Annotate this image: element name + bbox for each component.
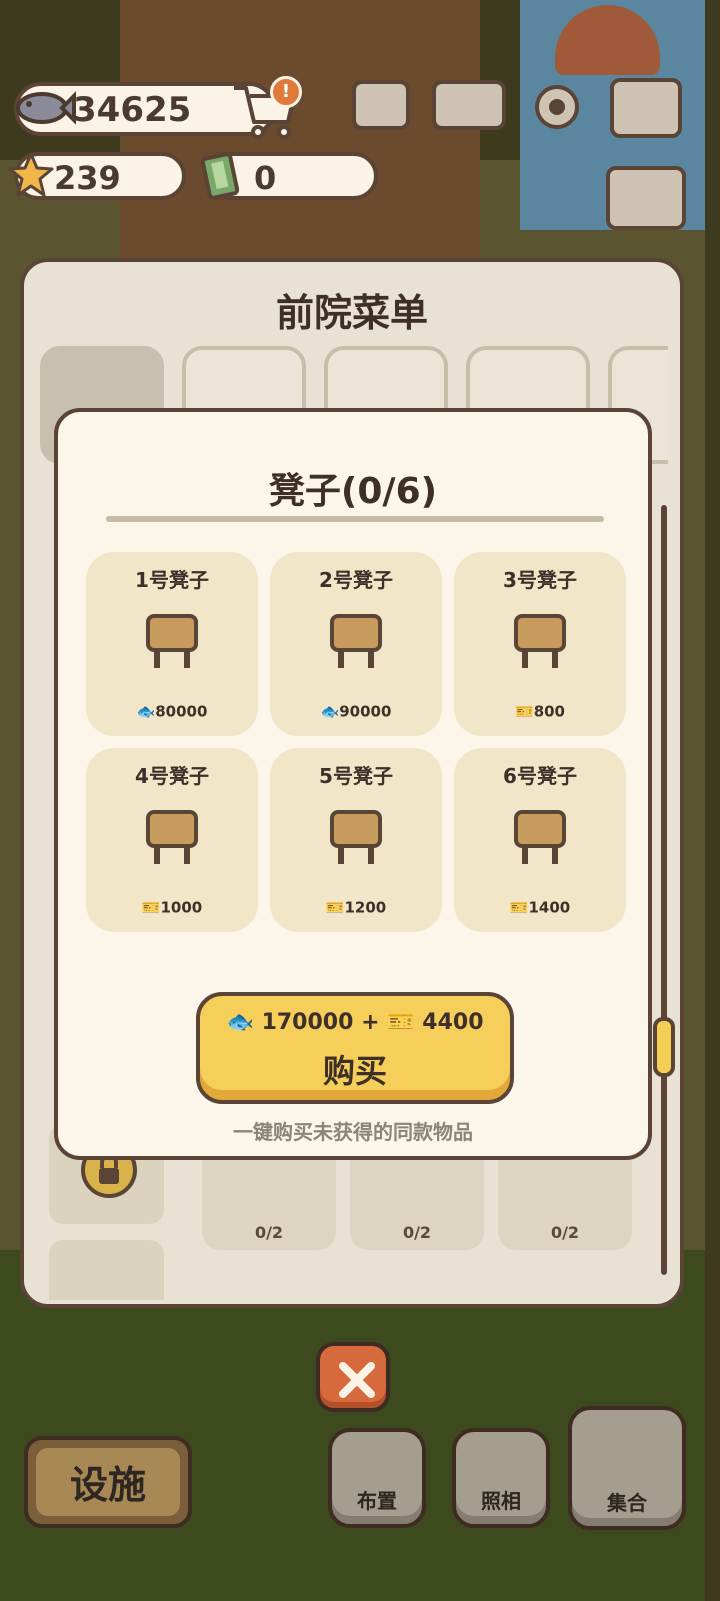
title-divider: [106, 516, 604, 522]
price-value: 800: [533, 702, 565, 720]
photo-button[interactable]: 照相: [452, 1428, 550, 1528]
item-name: 1号凳子: [135, 568, 209, 592]
item-price: 🎫800: [454, 702, 626, 720]
item-price: 🎫1200: [270, 898, 442, 916]
fish-count: 34625: [73, 90, 192, 130]
panel-scrollbar[interactable]: [661, 505, 667, 1275]
item-name: 3号凳子: [503, 568, 577, 592]
item-price: 🐟90000: [270, 702, 442, 720]
stool-item-6[interactable]: 6号凳子 🎫1400: [454, 748, 626, 932]
item-count: 0/2: [254, 1223, 284, 1242]
close-icon: [339, 1362, 375, 1398]
stool-item-5[interactable]: 5号凳子 🎫1200: [270, 748, 442, 932]
star-icon: [8, 152, 54, 197]
fish-icon: [16, 91, 76, 125]
settings-button[interactable]: [528, 78, 586, 136]
photo-label: 照相: [481, 1489, 521, 1513]
facilities-label: 设施: [69, 1463, 146, 1507]
fish-icon: 🐟: [226, 1010, 254, 1035]
fish-icon: 🐟: [136, 702, 156, 720]
stool-item-3[interactable]: 3号凳子 🎫800: [454, 552, 626, 736]
stool-item-4[interactable]: 4号凳子 🎫1000: [86, 748, 258, 932]
item-count: 0/2: [402, 1223, 432, 1242]
item-price: 🎫1400: [454, 898, 626, 916]
stool-icon: [146, 810, 198, 864]
item-count: 0/2: [550, 1223, 580, 1242]
item-price: 🐟80000: [86, 702, 258, 720]
price-value: 1000: [160, 898, 203, 916]
sort-toggle-button[interactable]: [606, 166, 686, 230]
buy-all-button[interactable]: 🐟 170000 + 🎫 4400 购买: [196, 992, 514, 1104]
modal-title: 凳子(0/6): [268, 471, 438, 512]
stool-icon: [146, 614, 198, 668]
ticket-icon: 🎫: [515, 702, 534, 720]
facilities-button[interactable]: 设施: [24, 1436, 192, 1528]
ticket-count: 0: [254, 159, 277, 197]
ticket-icon: 🎫: [509, 898, 529, 916]
stool-icon: [330, 810, 382, 864]
panel-title: 前院菜单: [275, 291, 428, 335]
layout-label: 布置: [357, 1489, 397, 1513]
stool-item-2[interactable]: 2号凳子 🐟90000: [270, 552, 442, 736]
gear-icon: [535, 85, 579, 129]
map-button[interactable]: [610, 78, 682, 138]
buy-hint: 一键购买未获得的同款物品: [233, 1120, 473, 1144]
price-value: 80000: [155, 702, 208, 720]
item-name: 5号凳子: [319, 764, 393, 788]
plus-sign: +: [361, 1010, 380, 1035]
shop-alert-badge: !: [270, 76, 302, 108]
ticket-icon: 🎫: [387, 1010, 415, 1035]
stool-set-modal: 凳子(0/6) 1号凳子 🐟80000 2号凳子 🐟90000 3号凳子 🎫80…: [54, 408, 652, 1160]
album-button[interactable]: [432, 80, 506, 130]
stool-icon: [514, 614, 566, 668]
news-button[interactable]: [352, 80, 410, 130]
stool-item-1[interactable]: 1号凳子 🐟80000: [86, 552, 258, 736]
gather-label: 集合: [607, 1491, 647, 1515]
item-name: 4号凳子: [135, 764, 209, 788]
scroll-thumb[interactable]: [653, 1017, 675, 1077]
buy-cost: 🐟 170000 + 🎫 4400: [200, 1010, 510, 1035]
price-value: 1400: [528, 898, 571, 916]
gather-button[interactable]: 集合: [568, 1406, 686, 1530]
ticket-icon: [200, 152, 240, 200]
item-name: 6号凳子: [503, 764, 577, 788]
price-value: 1200: [344, 898, 387, 916]
price-value: 90000: [339, 702, 392, 720]
ticket-icon: 🎫: [141, 898, 161, 916]
item-price: 🎫1000: [86, 898, 258, 916]
fish-cost: 170000: [261, 1010, 354, 1035]
fish-icon: 🐟: [320, 702, 340, 720]
ticket-cost: 4400: [422, 1010, 484, 1035]
close-button[interactable]: [316, 1342, 390, 1412]
stool-icon: [330, 614, 382, 668]
ticket-icon: 🎫: [325, 898, 345, 916]
buy-label: 购买: [322, 1052, 387, 1090]
shop-cart-button[interactable]: !: [230, 76, 302, 140]
awning-category[interactable]: [49, 1240, 164, 1300]
stool-icon: [514, 810, 566, 864]
star-count: 239: [54, 159, 121, 197]
item-name: 2号凳子: [319, 568, 393, 592]
layout-button[interactable]: 布置: [328, 1428, 426, 1528]
